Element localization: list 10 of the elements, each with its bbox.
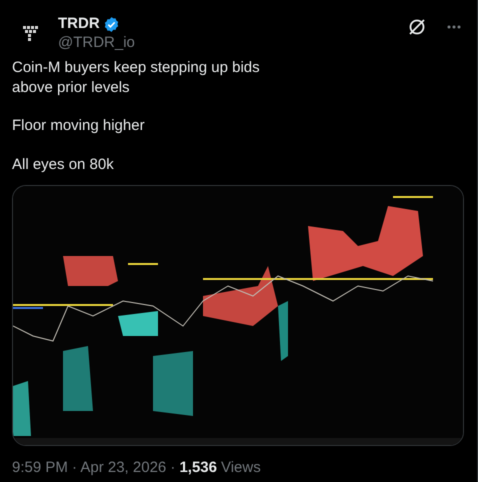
post-timestamp[interactable]: 9:59 PM · Apr 23, 2026 ·: [12, 459, 176, 477]
author-handle[interactable]: @TRDR_io: [58, 33, 387, 52]
slashed-circle-icon[interactable]: [407, 17, 427, 37]
more-icon[interactable]: [447, 25, 461, 29]
post-text: All eyes on 80k: [12, 154, 115, 174]
post-text: Floor moving higher: [12, 116, 146, 136]
author-name[interactable]: TRDR: [58, 15, 100, 33]
post-text: Coin-M buyers keep stepping up bids above prior levels: [12, 58, 261, 97]
view-count: 1,536: [179, 459, 217, 477]
views-label: Views: [220, 459, 261, 477]
